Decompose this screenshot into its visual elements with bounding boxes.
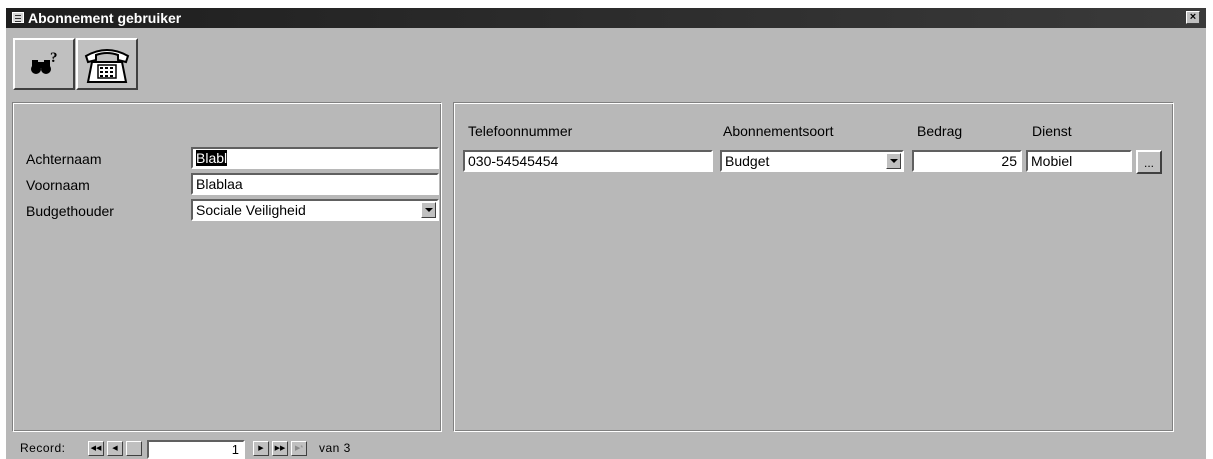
user-panel: Achternaam Blabl Voornaam Blablaa Budget… (12, 102, 442, 432)
dienst-lookup-button[interactable]: ... (1136, 150, 1162, 174)
budgethouder-value: Sociale Veiligheid (196, 202, 306, 218)
telephone-icon (84, 49, 130, 83)
current-record-input[interactable]: 1 (147, 440, 245, 459)
find-button[interactable]: ? (13, 38, 75, 90)
header-bedrag: Bedrag (917, 123, 963, 139)
record-label: Record: (20, 441, 66, 455)
budgethouder-dropdown-icon[interactable] (421, 202, 436, 218)
achternaam-label: Achternaam (26, 151, 102, 167)
binoculars-question-icon: ? (31, 50, 58, 74)
close-button[interactable]: × (1186, 11, 1200, 24)
svg-text:?: ? (50, 50, 58, 66)
achternaam-field[interactable]: Blabl (191, 147, 439, 169)
budgethouder-label: Budgethouder (26, 203, 114, 219)
window-title: Abonnement gebruiker (28, 10, 182, 26)
subscription-panel: Telefoonnummer Abonnementsoort Bedrag Di… (453, 102, 1174, 432)
first-record-button[interactable]: ◀◀ (88, 441, 104, 456)
telefoonnummer-field[interactable]: 030-54545454 (463, 150, 713, 172)
dienst-field[interactable]: Mobiel (1026, 150, 1132, 172)
header-dienst: Dienst (1032, 123, 1072, 139)
bedrag-field[interactable]: 25 (912, 150, 1022, 172)
achternaam-value: Blabl (196, 150, 228, 166)
record-navigator: Record: ◀◀ ◀ 1 ▶ ▶▶ ▶* van 3 (6, 439, 506, 459)
voornaam-field[interactable]: Blablaa (191, 173, 439, 195)
abonnementsoort-select[interactable]: Budget (720, 150, 904, 172)
placeholder-nav-button (126, 441, 142, 456)
header-abonnementsoort: Abonnementsoort (723, 123, 834, 139)
abonnementsoort-value: Budget (725, 153, 770, 169)
form-window: Abonnement gebruiker × ? Achternaam Blab… (6, 8, 1206, 459)
previous-record-button[interactable]: ◀ (107, 441, 123, 456)
header-telefoonnummer: Telefoonnummer (468, 123, 573, 139)
budgethouder-select[interactable]: Sociale Veiligheid (191, 199, 439, 221)
record-count: van 3 (319, 441, 351, 455)
last-record-button[interactable]: ▶▶ (272, 441, 288, 456)
phone-button[interactable] (76, 38, 138, 90)
abonnementsoort-dropdown-icon[interactable] (886, 153, 901, 169)
voornaam-label: Voornaam (26, 177, 90, 193)
form-icon (12, 12, 24, 23)
title-bar[interactable]: Abonnement gebruiker × (6, 8, 1206, 28)
next-record-button[interactable]: ▶ (253, 441, 269, 456)
new-record-button[interactable]: ▶* (291, 441, 307, 456)
